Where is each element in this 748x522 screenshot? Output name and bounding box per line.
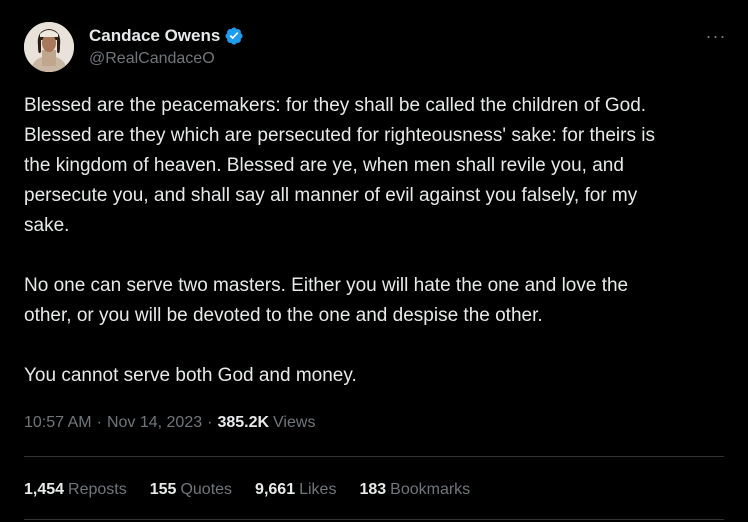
views-label: Views [273, 414, 316, 431]
reposts-label: Reposts [68, 481, 127, 498]
tweet-line: Blessed are the peacemakers: for they sh… [24, 95, 647, 116]
divider [24, 456, 724, 457]
reposts-count: 1,454 [24, 481, 65, 498]
tweet-line: No one can serve two masters. Either you… [24, 275, 629, 296]
verified-badge-icon[interactable] [224, 26, 244, 46]
likes-stat[interactable]: 9,661 Likes [255, 479, 336, 501]
tweet-line: sake. [24, 215, 70, 236]
avatar[interactable] [24, 22, 74, 72]
tweet-time[interactable]: 10:57 AM [24, 412, 92, 434]
divider [24, 519, 724, 520]
likes-label: Likes [299, 481, 337, 498]
reposts-stat[interactable]: 1,454 Reposts [24, 479, 127, 501]
bookmarks-label: Bookmarks [390, 481, 471, 498]
tweet-date[interactable]: Nov 14, 2023 [107, 412, 202, 434]
more-options-button[interactable]: ··· [702, 22, 730, 50]
tweet-line: other, or you will be devoted to the one… [24, 305, 543, 326]
likes-count: 9,661 [255, 481, 296, 498]
bookmarks-stat[interactable]: 183 Bookmarks [359, 479, 470, 501]
tweet-line: the kingdom of heaven. Blessed are ye, w… [24, 155, 624, 176]
tweet-paragraph: No one can serve two masters. Either you… [24, 271, 724, 331]
quotes-count: 155 [149, 481, 177, 498]
quotes-label: Quotes [180, 481, 233, 498]
tweet-meta: 10:57 AM · Nov 14, 2023 · 385.2K Views [24, 412, 315, 434]
tweet-card: Candace Owens @RealCandaceO ··· Blessed … [0, 0, 748, 522]
tweet-paragraph: Blessed are the peacemakers: for they sh… [24, 91, 724, 241]
author-names: Candace Owens @RealCandaceO [89, 25, 244, 70]
tweet-text: Blessed are the peacemakers: for they sh… [24, 91, 724, 391]
quotes-stat[interactable]: 155 Quotes [150, 479, 232, 501]
tweet-stats: 1,454 Reposts 155 Quotes 9,661 Likes 183… [24, 479, 493, 501]
tweet-header: Candace Owens @RealCandaceO [24, 22, 244, 72]
meta-separator: · [96, 414, 102, 431]
meta-separator: · [207, 414, 213, 431]
tweet-line: persecute you, and shall say all manner … [24, 185, 638, 206]
tweet-paragraph: You cannot serve both God and money. [24, 361, 724, 391]
avatar-image [24, 22, 74, 72]
tweet-line: Blessed are they which are persecuted fo… [24, 125, 655, 146]
author-display-name[interactable]: Candace Owens [89, 25, 220, 47]
author-handle[interactable]: @RealCandaceO [89, 48, 244, 70]
name-row: Candace Owens [89, 25, 244, 47]
views-count[interactable]: 385.2K [217, 412, 269, 434]
bookmarks-count: 183 [359, 481, 387, 498]
ellipsis-icon: ··· [705, 25, 727, 46]
tweet-line: You cannot serve both God and money. [24, 365, 357, 386]
